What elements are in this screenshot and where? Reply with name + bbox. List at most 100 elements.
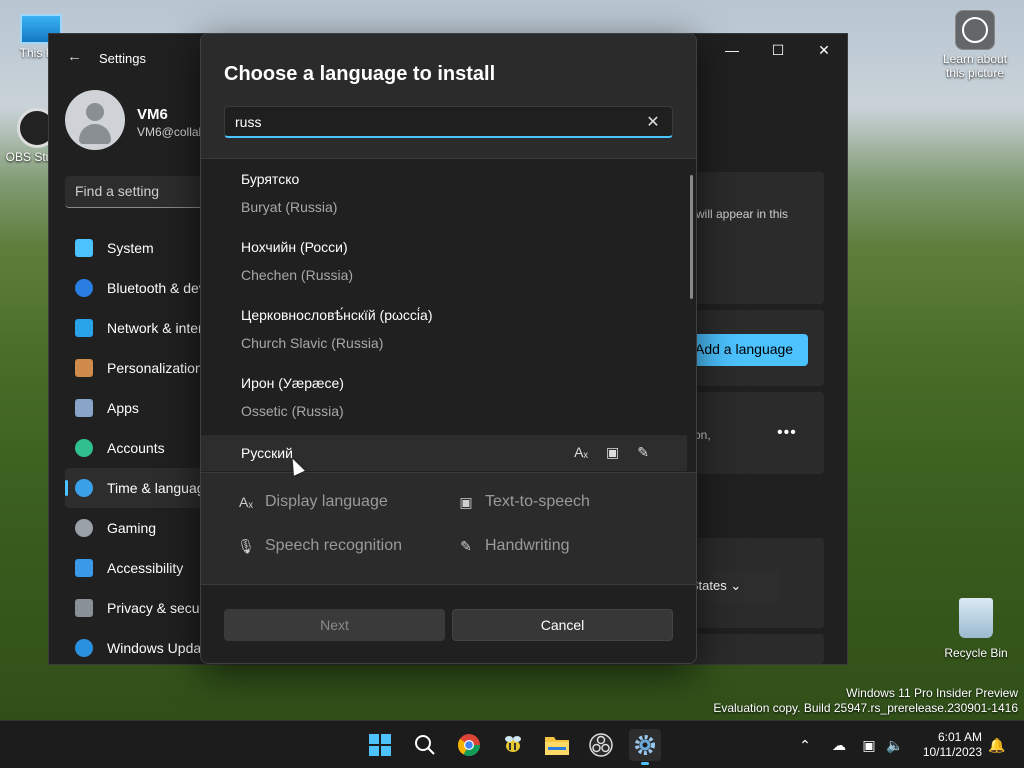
language-native-name: Ирон (Уæрæсе) [241, 375, 344, 391]
avatar[interactable] [65, 90, 125, 150]
camera-icon [955, 10, 995, 50]
nav-label: Time & language [107, 480, 213, 496]
list-scrollbar[interactable] [690, 175, 693, 299]
clock-time: 6:01 AM [937, 730, 982, 744]
start-icon[interactable] [364, 729, 396, 761]
desktop-icon-label: Learn about this picture [942, 52, 1008, 80]
wifi-icon [75, 319, 93, 337]
language-features: Aₓ Display language ▣ Text-to-speech 🎙 S… [201, 472, 696, 584]
language-item-ossetic[interactable]: Ирон (Уæрæсе) Ossetic (Russia) [201, 363, 687, 431]
language-item-buryat[interactable]: Бурятско Buryat (Russia) [201, 159, 687, 227]
watermark-line: Evaluation copy. Build 25947.rs_prerelea… [713, 701, 1018, 715]
settings-nav: System Bluetooth & devices Network & int… [65, 228, 215, 668]
clock-date: 10/11/2023 [922, 745, 982, 759]
next-button[interactable]: Next [224, 609, 445, 641]
feature-label: Text-to-speech [485, 493, 590, 510]
update-icon [75, 639, 93, 657]
user-email: VM6@collab [137, 125, 206, 139]
nav-item-accounts[interactable]: Accounts [65, 428, 215, 468]
brush-icon [75, 359, 93, 377]
feature-text-to-speech: ▣ Text-to-speech [457, 493, 590, 511]
language-item-russian[interactable]: Русский Aₓ ▣ ✎ [201, 435, 687, 471]
clock[interactable]: 6:01 AM 10/11/2023 [916, 730, 982, 760]
display-language-icon: Aₓ [574, 444, 589, 460]
content-text-fragment: will appear in this [696, 207, 789, 221]
language-native-name: Русский [241, 445, 293, 461]
nav-item-accessibility[interactable]: Accessibility [65, 548, 215, 588]
shield-icon [75, 599, 93, 617]
feature-label: Display language [265, 493, 388, 510]
evaluation-watermark: Windows 11 Pro Insider Preview Evaluatio… [713, 686, 1018, 716]
cancel-button[interactable]: Cancel [452, 609, 673, 641]
language-search-input[interactable] [235, 113, 644, 130]
window-controls: — ☐ ✕ [709, 34, 847, 66]
nav-label: Windows Update [107, 640, 213, 656]
search-icon[interactable] [409, 729, 441, 761]
chrome-icon[interactable] [453, 729, 485, 761]
text-to-speech-icon: ▣ [459, 493, 473, 510]
watermark-line: Windows 11 Pro Insider Preview [846, 686, 1018, 700]
language-native-name: Бурятско [241, 171, 300, 187]
accessibility-icon [75, 559, 93, 577]
nav-item-network[interactable]: Network & internet [65, 308, 215, 348]
desktop-icon-learn-picture[interactable]: Learn about this picture [938, 10, 1012, 80]
nav-item-windows-update[interactable]: Windows Update [65, 628, 215, 668]
more-options-icon[interactable]: ••• [777, 424, 797, 442]
nav-item-bluetooth[interactable]: Bluetooth & devices [65, 268, 215, 308]
weather-icon[interactable]: ☁ [826, 729, 852, 761]
back-arrow-icon[interactable]: ← [67, 48, 82, 65]
network-icon[interactable]: ▣ [856, 729, 882, 761]
close-icon[interactable]: ✕ [801, 34, 847, 66]
volume-muted-icon[interactable]: 🔈 [882, 729, 908, 761]
chevron-up-icon[interactable]: ⌃ [792, 729, 818, 761]
nav-item-personalization[interactable]: Personalization [65, 348, 215, 388]
microphone-icon: 🎙 [237, 537, 255, 554]
nav-label: Accounts [107, 440, 165, 456]
notification-bell-icon[interactable]: 🔔 [984, 729, 1010, 761]
desktop-icon-label: Recycle Bin [944, 646, 1008, 660]
nav-label: Network & internet [107, 320, 215, 336]
bluetooth-icon [75, 279, 93, 297]
obs-taskbar-icon[interactable] [585, 729, 617, 761]
dialog-footer: Next Cancel [201, 584, 696, 663]
language-feature-icons: Aₓ ▣ ✎ [574, 444, 649, 461]
feature-handwriting: ✎ Handwriting [457, 537, 569, 555]
nav-label: Accessibility [107, 560, 184, 576]
nav-item-time-language[interactable]: Time & language [65, 468, 215, 508]
recycle-bin-icon [959, 598, 993, 638]
apps-icon [75, 399, 93, 417]
dialog-title: Choose a language to install [224, 63, 496, 85]
nav-item-apps[interactable]: Apps [65, 388, 215, 428]
nav-label: System [107, 240, 154, 256]
nav-item-gaming[interactable]: Gaming [65, 508, 215, 548]
feature-label: Handwriting [485, 537, 570, 554]
text-to-speech-icon: ▣ [606, 444, 620, 460]
language-english-name: Church Slavic (Russia) [241, 335, 384, 351]
nav-item-system[interactable]: System [65, 228, 215, 268]
bee-app-icon[interactable] [497, 729, 529, 761]
display-language-icon: Aₓ [239, 494, 253, 510]
file-explorer-icon[interactable] [541, 729, 573, 761]
clear-icon[interactable]: ✕ [644, 112, 662, 132]
nav-label: Gaming [107, 520, 157, 536]
find-setting-input[interactable]: Find a setting [65, 176, 215, 208]
language-item-chechen[interactable]: Нохчийн (Росси) Chechen (Russia) [201, 227, 687, 295]
desktop-icon-recycle-bin[interactable]: Recycle Bin [940, 598, 1012, 660]
handwriting-icon: ✎ [637, 444, 649, 460]
maximize-icon[interactable]: ☐ [755, 34, 801, 66]
language-search-box: ✕ [224, 106, 673, 138]
settings-gear-icon[interactable] [629, 729, 661, 765]
language-english-name: Buryat (Russia) [241, 199, 338, 215]
language-item-church-slavic[interactable]: Церковнословѣ́нскїй (рωссі́а) Church Sla… [201, 295, 687, 363]
feature-display-language: Aₓ Display language [237, 493, 388, 511]
nav-item-privacy[interactable]: Privacy & security [65, 588, 215, 628]
minimize-icon[interactable]: — [709, 34, 755, 66]
feature-speech-recognition: 🎙 Speech recognition [237, 537, 402, 555]
nav-label: Privacy & security [107, 600, 215, 616]
language-list: Бурятско Buryat (Russia) Нохчийн (Росси)… [201, 158, 696, 472]
add-language-button[interactable]: Add a language [683, 334, 808, 366]
language-english-name: Ossetic (Russia) [241, 403, 344, 419]
taskbar: ⌃ ☁ ▣ 🔈 6:01 AM 10/11/2023 🔔 [0, 720, 1024, 768]
gamepad-icon [75, 519, 93, 537]
user-name: VM6 [137, 106, 168, 123]
